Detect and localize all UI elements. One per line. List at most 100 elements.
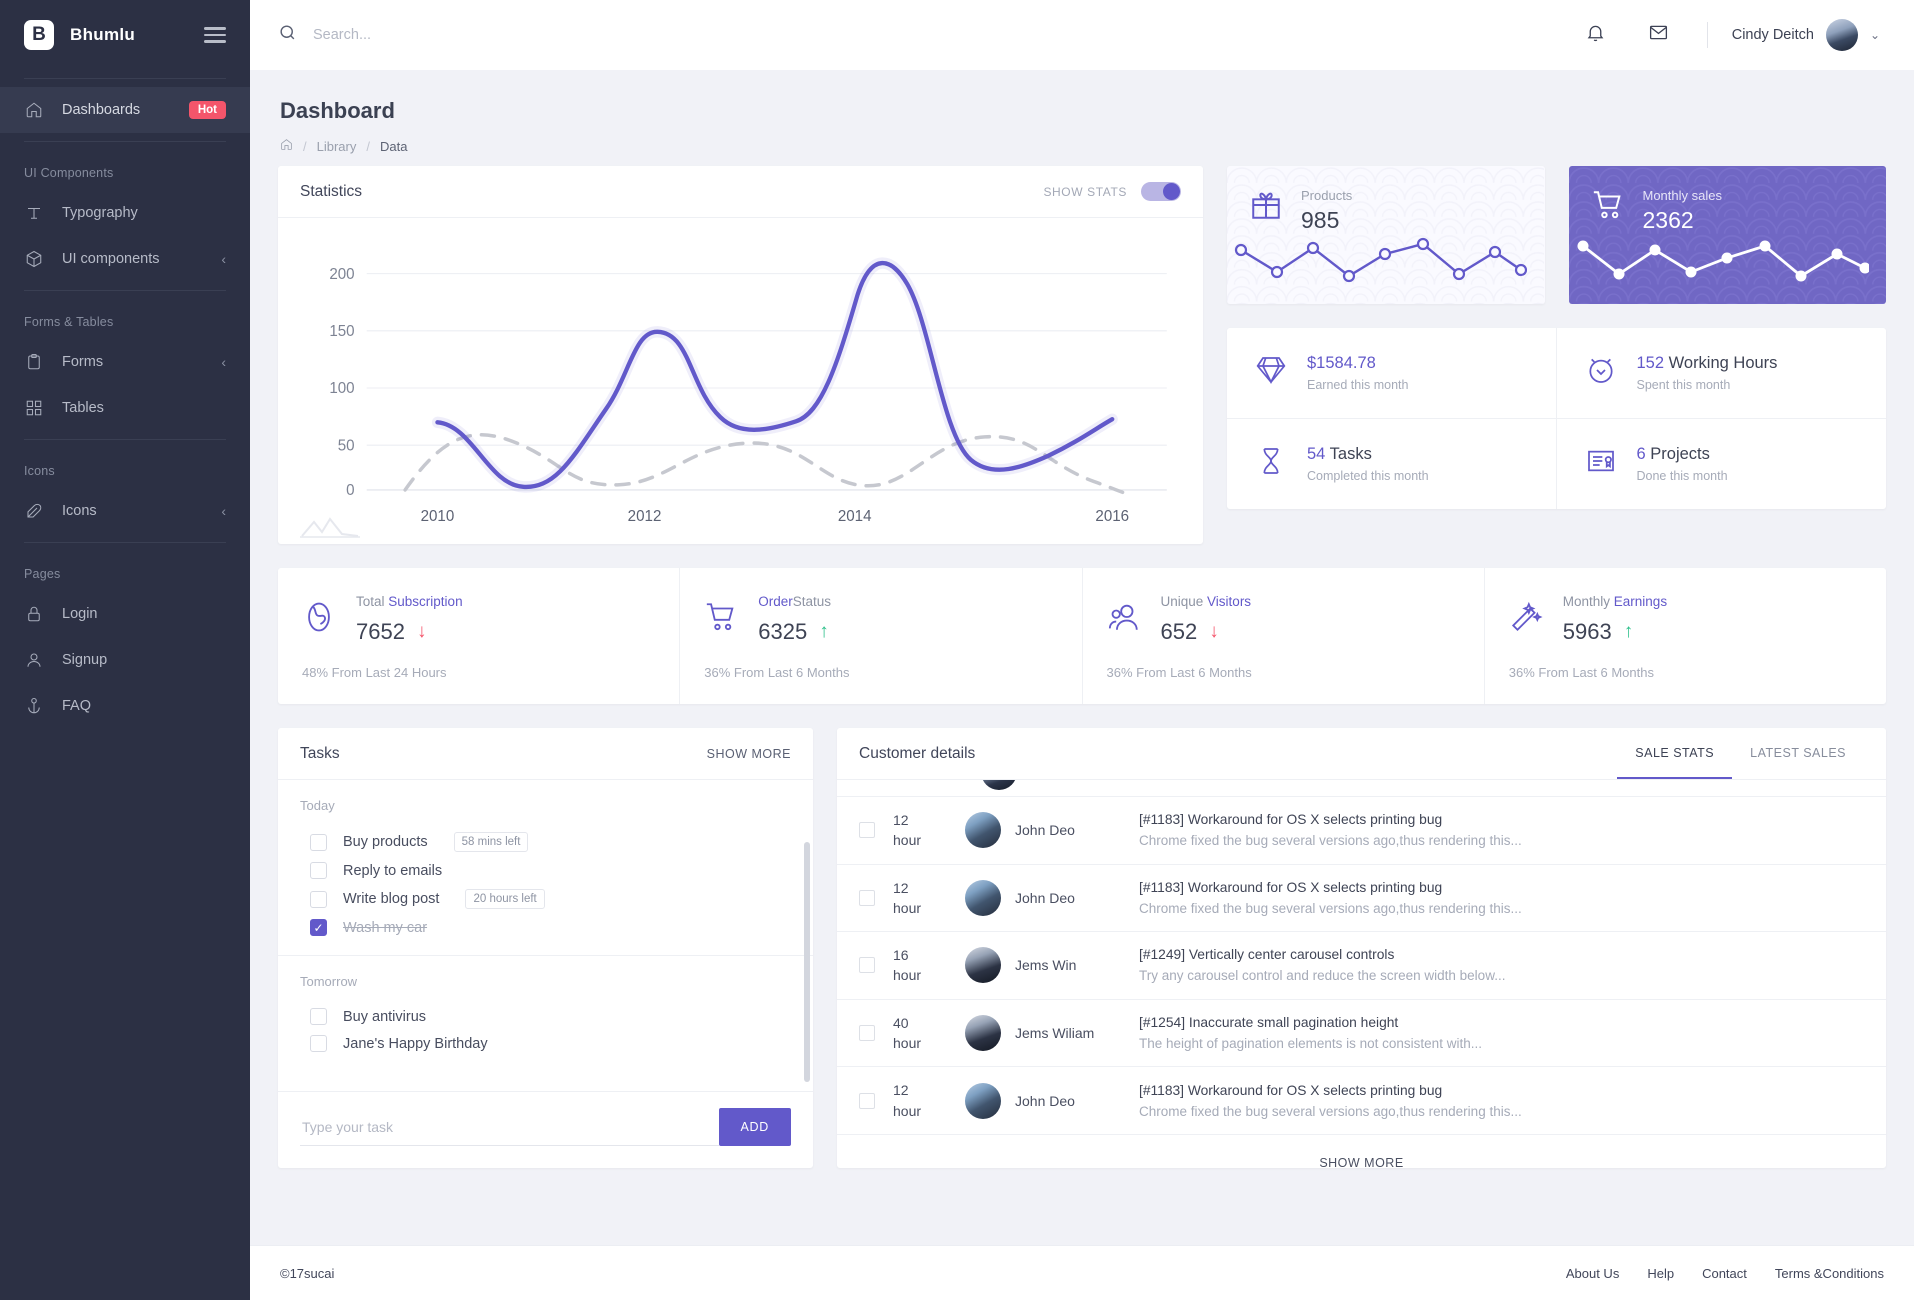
globe-icon [302, 600, 336, 639]
sidebar-item-tables[interactable]: Tables [0, 385, 250, 431]
task-checkbox[interactable] [310, 919, 327, 936]
breadcrumb-item-data[interactable]: Data [380, 139, 407, 154]
task-item[interactable]: Wash my car [300, 914, 791, 941]
task-item[interactable]: Buy products 58 mins left [300, 827, 791, 857]
tasks-body: Today Buy products 58 mins left Reply to… [278, 780, 813, 1091]
row-checkbox[interactable] [859, 889, 875, 906]
sidebar-badge-hot: Hot [188, 101, 226, 119]
sidebar-item-forms[interactable]: Forms ‹ [0, 339, 250, 385]
sidebar-item-faq[interactable]: FAQ [0, 683, 250, 729]
row-checkbox[interactable] [859, 957, 875, 974]
avatar [965, 947, 1001, 984]
footer-link-help[interactable]: Help [1647, 1266, 1674, 1281]
row-checkbox[interactable] [859, 1025, 875, 1042]
statistics-chart: 200 150 100 50 0 2010 2012 2014 2016 [278, 218, 1203, 544]
task-group-title: Tomorrow [300, 974, 358, 989]
brand[interactable]: B Bhumlu [0, 0, 250, 70]
brand-name: Bhumlu [70, 25, 136, 44]
customers-show-more-link[interactable]: SHOW MORE [837, 1135, 1886, 1168]
breadcrumb-separator: / [366, 138, 370, 154]
task-item[interactable]: Reply to emails [300, 857, 791, 884]
sidebar-section-forms-tables: Forms & Tables [24, 315, 114, 329]
task-item[interactable]: Jane's Happy Birthday [300, 1030, 791, 1057]
typography-icon [24, 203, 44, 223]
tab-sale-stats[interactable]: SALE STATS [1617, 728, 1733, 779]
row-hours-unit: hour [893, 832, 922, 849]
task-checkbox[interactable] [310, 1008, 327, 1025]
add-task-button[interactable]: ADD [718, 1108, 791, 1146]
sidebar-item-icons[interactable]: Icons ‹ [0, 488, 250, 534]
statistics-card-header: Statistics SHOW STATS [278, 166, 1203, 218]
tasks-sub: Completed this month [1307, 469, 1429, 483]
sidebar-item-signup[interactable]: Signup [0, 637, 250, 683]
home-icon[interactable] [280, 138, 293, 154]
lock-icon [24, 604, 44, 624]
user-menu[interactable]: Cindy Deitch ⌄ [1732, 19, 1886, 51]
row-checkbox[interactable] [859, 822, 875, 839]
page-content: Dashboard / Library / Data Statistics SH… [250, 70, 1914, 1223]
search-input[interactable] [313, 27, 713, 43]
footer-link-about-us[interactable]: About Us [1566, 1266, 1619, 1281]
projects-sub: Done this month [1636, 469, 1728, 483]
row-description: Chrome fixed the bug several versions ag… [1139, 1103, 1522, 1119]
footer-links: About Us Help Contact Terms &Conditions [1566, 1266, 1884, 1281]
brand-logo-icon: B [24, 20, 54, 50]
table-row[interactable]: 16 hour Jems Win [#1249] Vertically cent… [837, 932, 1886, 1000]
row-customer-name: John Deo [1015, 889, 1075, 906]
table-row[interactable]: 12 hour John Deo [#1183] Workaround for … [837, 865, 1886, 933]
footer-link-terms[interactable]: Terms &Conditions [1775, 1266, 1884, 1281]
row-hours-value: 12 [893, 1082, 909, 1099]
svg-text:150: 150 [329, 323, 354, 340]
sidebar-section-ui-components: UI Components [24, 166, 114, 180]
sidebar-toggle-icon[interactable] [204, 27, 226, 43]
customer-details-title: Customer details [859, 744, 976, 762]
kpi-caption-plain: Total [356, 594, 389, 609]
task-item[interactable]: Write blog post 20 hours left [300, 884, 791, 914]
row-hours: 12 hour [893, 1080, 965, 1121]
row-description: The height of pagination elements is not… [1139, 1036, 1482, 1052]
table-row[interactable]: 12 hour John Deo [#1183] Workaround for … [837, 1067, 1886, 1135]
task-item[interactable]: Buy antivirus [300, 1003, 791, 1030]
row-description: Try any carousel control and reduce the … [1139, 968, 1506, 984]
avatar [965, 812, 1001, 849]
task-checkbox[interactable] [310, 833, 327, 851]
sidebar-item-dashboards[interactable]: Dashboards Hot [0, 87, 250, 133]
row-hours-unit: hour [893, 967, 922, 984]
sidebar-item-login[interactable]: Login [0, 591, 250, 637]
row-description: Chrome fixed the bug several versions ag… [1139, 833, 1522, 849]
search-area [278, 23, 1557, 47]
clock-icon [1585, 354, 1617, 391]
show-stats-toggle[interactable] [1141, 182, 1181, 201]
svg-text:100: 100 [329, 380, 354, 397]
sidebar-item-ui-components[interactable]: UI components ‹ [0, 236, 250, 282]
tasks-footer: ADD [278, 1091, 813, 1168]
task-checkbox[interactable] [310, 1035, 327, 1052]
sidebar-item-typography[interactable]: Typography [0, 190, 250, 236]
mail-icon[interactable] [1634, 22, 1683, 48]
dashboard-right-column: Products 985 Monthly sales 2362 $1584.78… [1227, 166, 1886, 509]
kpi-unique-visitors: Unique Visitors 652 ↓ 36% From Last 6 Mo… [1083, 568, 1485, 704]
task-checkbox[interactable] [310, 890, 327, 908]
kpi-caption-plain: Unique [1160, 594, 1208, 609]
sidebar-item-label: UI components [62, 251, 160, 267]
row-hours: 12 hour [893, 878, 965, 919]
task-checkbox[interactable] [310, 862, 327, 879]
new-task-input[interactable] [300, 1109, 719, 1146]
tasks-scrollbar[interactable] [804, 842, 810, 1082]
tab-latest-sales[interactable]: LATEST SALES [1732, 728, 1864, 779]
search-icon[interactable] [278, 23, 297, 47]
table-row[interactable]: 40 hour Jems Wiliam [#1254] Inaccurate s… [837, 1000, 1886, 1068]
chart-y-ticks: 200 150 100 50 0 [329, 266, 354, 500]
table-row[interactable]: 12 hour John Deo [#1183] Workaround for … [837, 797, 1886, 865]
avatar [1825, 19, 1858, 51]
gift-icon [1249, 188, 1283, 227]
footer-link-contact[interactable]: Contact [1702, 1266, 1747, 1281]
breadcrumb-item-library[interactable]: Library [317, 139, 357, 154]
row-checkbox[interactable] [859, 1092, 875, 1109]
tasks-show-more-link[interactable]: SHOW MORE [707, 747, 791, 761]
kpi-caption: Unique Visitors [1161, 594, 1252, 609]
chevron-left-icon: ‹ [221, 251, 226, 267]
sidebar-section-pages: Pages [24, 567, 61, 581]
notification-bell-icon[interactable] [1571, 22, 1620, 48]
working-hours-cell: 152 Working Hours Spent this month [1556, 328, 1886, 419]
